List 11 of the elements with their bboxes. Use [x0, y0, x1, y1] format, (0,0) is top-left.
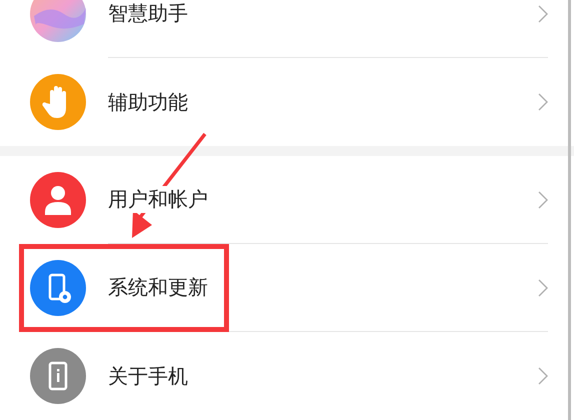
chevron-icon: [538, 4, 548, 22]
item-label: 用户和帐户: [108, 186, 208, 213]
chevron-icon: [538, 93, 548, 111]
settings-item[interactable]: 辅助功能: [0, 58, 574, 146]
chevron-icon: [538, 278, 548, 296]
settings-item[interactable]: 系统和更新: [0, 244, 574, 332]
chevron-icon: [538, 367, 548, 385]
settings-item[interactable]: 关于手机: [0, 332, 574, 420]
chevron-icon: [538, 190, 548, 208]
settings-item[interactable]: 智慧助手: [0, 0, 574, 58]
settings-item[interactable]: 用户和帐户: [0, 156, 574, 244]
